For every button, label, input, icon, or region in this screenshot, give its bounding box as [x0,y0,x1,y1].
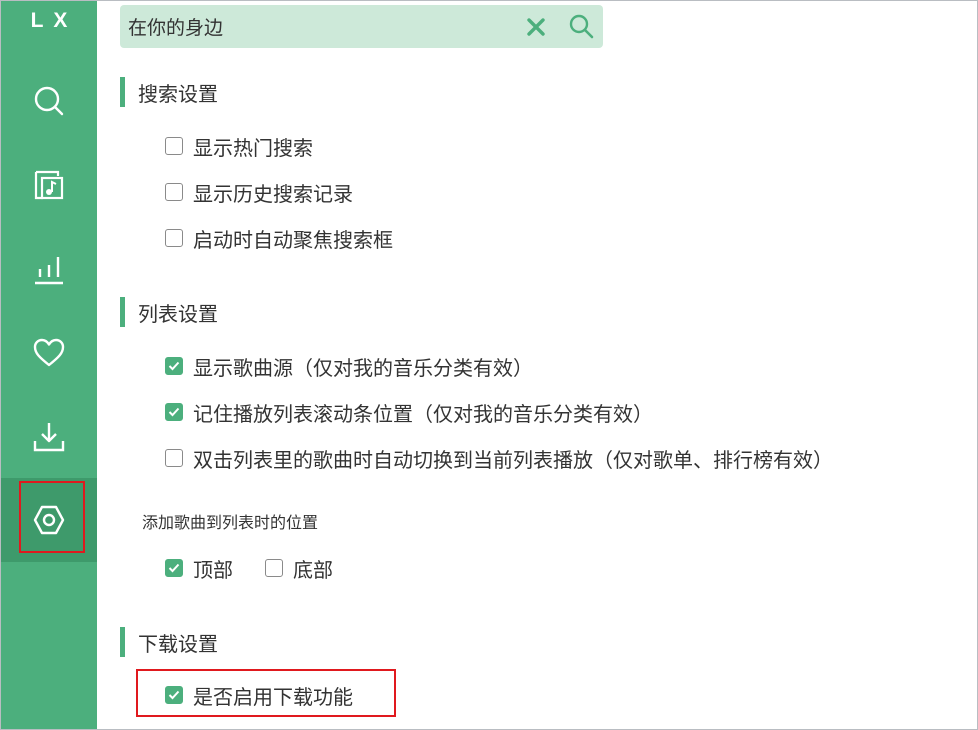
radio-add-top[interactable]: 顶部 [165,553,233,583]
chart-icon [35,257,63,285]
app-logo: LX [30,9,78,32]
close-icon [527,18,545,36]
settings-icon [33,505,65,535]
checkbox-show-hot-search[interactable]: 显示热门搜索 [165,131,313,161]
search-submit-button[interactable] [566,11,596,41]
checkbox-box[interactable] [165,559,183,577]
section-accent-bar [120,627,125,657]
checkbox-autofocus-search[interactable]: 启动时自动聚焦搜索框 [165,223,393,253]
sidebar-item-download[interactable] [1,395,97,479]
checkbox-box[interactable] [165,686,183,704]
add-position-label: 添加歌曲到列表时的位置 [142,513,319,532]
check-icon [168,361,180,371]
check-icon [168,563,180,573]
section-accent-bar [120,77,125,107]
sidebar-item-leaderboard[interactable] [1,227,97,311]
section-title-search: 搜索设置 [120,77,218,107]
checkbox-box[interactable] [265,559,283,577]
sidebar: LX [1,1,97,729]
sidebar-item-search[interactable] [1,59,97,143]
checkbox-box[interactable] [165,403,183,421]
music-list-icon [34,170,64,200]
sidebar-item-favorites[interactable] [1,311,97,395]
app-window: LX 在你的身边 搜索设置 显示热门搜索 显示历史搜索记录 启动时自动聚焦搜索框… [0,0,978,730]
checkbox-double-click-switch[interactable]: 双击列表里的歌曲时自动切换到当前列表播放（仅对歌单、排行榜有效） [165,443,833,473]
check-icon [168,690,180,700]
checkbox-box[interactable] [165,357,183,375]
sidebar-item-songlist[interactable] [1,143,97,227]
download-icon [33,423,65,452]
search-input[interactable] [128,5,518,48]
search-bar [120,5,603,48]
checkbox-box[interactable] [165,137,183,155]
checkbox-remember-scroll[interactable]: 记住播放列表滚动条位置（仅对我的音乐分类有效） [165,397,653,427]
section-accent-bar [120,297,125,327]
checkbox-box[interactable] [165,183,183,201]
section-title-download: 下载设置 [120,627,218,657]
section-title-list: 列表设置 [120,297,218,327]
checkbox-enable-download[interactable]: 是否启用下载功能 [165,680,353,710]
checkbox-show-search-history[interactable]: 显示历史搜索记录 [165,177,353,207]
clear-search-button[interactable] [522,13,550,41]
radio-add-bottom[interactable]: 底部 [265,553,333,583]
search-icon [569,14,594,39]
checkbox-show-song-source[interactable]: 显示歌曲源（仅对我的音乐分类有效） [165,351,533,381]
sidebar-item-settings[interactable] [1,478,97,562]
checkbox-box[interactable] [165,229,183,247]
search-icon [34,86,64,116]
heart-icon [33,338,65,367]
checkbox-box[interactable] [165,449,183,467]
check-icon [168,407,180,417]
